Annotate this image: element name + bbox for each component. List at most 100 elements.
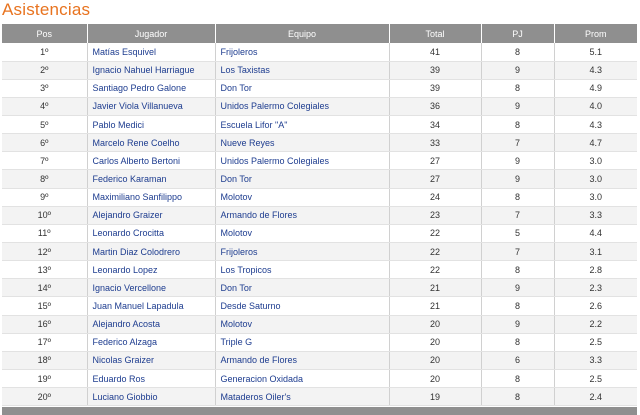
player-link[interactable]: Pablo Medici xyxy=(87,115,216,135)
cell-pos: 19º xyxy=(2,369,88,389)
team-link[interactable]: Armando de Flores xyxy=(215,351,390,371)
cell-pj: 9 xyxy=(481,61,555,80)
table-row: 10º Alejandro Graizer Armando de Flores 23 7… xyxy=(2,206,637,225)
player-link[interactable]: Santiago Pedro Galone xyxy=(87,79,216,98)
player-link[interactable]: Matías Esquivel xyxy=(87,43,216,62)
cell-pos: 9º xyxy=(2,188,88,207)
table-row: 9º Maximiliano Sanfilippo Molotov 24 8 3.0 xyxy=(2,188,637,207)
page-title: Asistencias xyxy=(2,0,91,19)
team-link[interactable]: Generacion Oxidada xyxy=(215,369,390,389)
team-link[interactable]: Molotov xyxy=(215,315,390,334)
column-header-pj: PJ xyxy=(481,24,555,43)
player-link[interactable]: Leonardo Crocitta xyxy=(87,224,216,244)
table-row: 8º Federico Karaman Don Tor 27 9 3.0 xyxy=(2,169,637,189)
cell-pj: 7 xyxy=(481,206,555,225)
cell-pos: 7º xyxy=(2,151,88,171)
cell-pos: 20º xyxy=(2,387,88,407)
player-link[interactable]: Eduardo Ros xyxy=(87,369,216,389)
cell-total: 23 xyxy=(389,206,482,225)
team-link[interactable]: Armando de Flores xyxy=(215,206,390,225)
player-link[interactable]: Alejandro Acosta xyxy=(87,315,216,334)
cell-prom: 4.0 xyxy=(554,97,637,117)
team-link[interactable]: Don Tor xyxy=(215,278,390,298)
cell-prom: 2.8 xyxy=(554,260,637,280)
player-link[interactable]: Alejandro Graizer xyxy=(87,206,216,225)
team-link[interactable]: Unidos Palermo Colegiales xyxy=(215,151,390,171)
table-header: Pos Jugador Equipo Total PJ Prom xyxy=(2,24,637,43)
team-link[interactable]: Mataderos Oiler's xyxy=(215,387,390,407)
team-link[interactable]: Molotov xyxy=(215,224,390,244)
cell-pj: 9 xyxy=(481,169,555,189)
table-row: 4º Javier Viola Villanueva Unidos Palermo … xyxy=(2,97,637,117)
cell-prom: 4.3 xyxy=(554,115,637,135)
player-link[interactable]: Javier Viola Villanueva xyxy=(87,97,216,117)
cell-prom: 4.7 xyxy=(554,133,637,153)
cell-pos: 8º xyxy=(2,169,88,189)
team-link[interactable]: Frijoleros xyxy=(215,242,390,262)
player-link[interactable]: Marcelo Rene Coelho xyxy=(87,133,216,153)
cell-prom: 3.0 xyxy=(554,151,637,171)
cell-total: 20 xyxy=(389,333,482,352)
table-row: 3º Santiago Pedro Galone Don Tor 39 8 4.9 xyxy=(2,79,637,98)
team-link[interactable]: Don Tor xyxy=(215,79,390,98)
cell-prom: 3.3 xyxy=(554,206,637,225)
cell-total: 39 xyxy=(389,79,482,98)
player-link[interactable]: Leonardo Lopez xyxy=(87,260,216,280)
player-link[interactable]: Federico Karaman xyxy=(87,169,216,189)
team-link[interactable]: Los Tropicos xyxy=(215,260,390,280)
cell-total: 27 xyxy=(389,151,482,171)
player-link[interactable]: Ignacio Nahuel Harriague xyxy=(87,61,216,80)
cell-pos: 1º xyxy=(2,43,88,62)
cell-pj: 8 xyxy=(481,296,555,316)
column-header-pos: Pos xyxy=(2,24,88,43)
column-header-total: Total xyxy=(389,24,482,43)
cell-pos: 17º xyxy=(2,333,88,352)
cell-pos: 4º xyxy=(2,97,88,117)
cell-total: 33 xyxy=(389,133,482,153)
cell-total: 21 xyxy=(389,296,482,316)
cell-pos: 11º xyxy=(2,224,88,244)
cell-total: 22 xyxy=(389,260,482,280)
cell-pj: 8 xyxy=(481,387,555,407)
team-link[interactable]: Molotov xyxy=(215,188,390,207)
cell-pj: 8 xyxy=(481,43,555,62)
cell-pos: 10º xyxy=(2,206,88,225)
team-link[interactable]: Don Tor xyxy=(215,169,390,189)
table-row: 19º Eduardo Ros Generacion Oxidada 20 8 2.5 xyxy=(2,369,637,389)
assists-table: Pos Jugador Equipo Total PJ Prom 1º Matía… xyxy=(2,24,637,407)
team-link[interactable]: Desde Saturno xyxy=(215,296,390,316)
cell-pj: 9 xyxy=(481,151,555,171)
cell-total: 20 xyxy=(389,369,482,389)
assists-table-container: Pos Jugador Equipo Total PJ Prom 1º Matía… xyxy=(2,24,637,407)
cell-total: 19 xyxy=(389,387,482,407)
cell-total: 22 xyxy=(389,242,482,262)
table-row: 2º Ignacio Nahuel Harriague Los Taxistas 39… xyxy=(2,61,637,80)
cell-pos: 12º xyxy=(2,242,88,262)
team-link[interactable]: Triple G xyxy=(215,333,390,352)
team-link[interactable]: Los Taxistas xyxy=(215,61,390,80)
cell-prom: 2.2 xyxy=(554,315,637,334)
cell-prom: 2.4 xyxy=(554,387,637,407)
player-link[interactable]: Ignacio Vercellone xyxy=(87,278,216,298)
table-row: 15º Juan Manuel Lapadula Desde Saturno 21 8 2… xyxy=(2,296,637,316)
table-row: 14º Ignacio Vercellone Don Tor 21 9 2.3 xyxy=(2,278,637,298)
player-link[interactable]: Nicolas Graizer xyxy=(87,351,216,371)
team-link[interactable]: Unidos Palermo Colegiales xyxy=(215,97,390,117)
team-link[interactable]: Nueve Reyes xyxy=(215,133,390,153)
cell-prom: 3.1 xyxy=(554,242,637,262)
cell-pj: 7 xyxy=(481,133,555,153)
cell-pj: 5 xyxy=(481,224,555,244)
column-header-jugador: Jugador xyxy=(87,24,216,43)
player-link[interactable]: Martin Diaz Colodrero xyxy=(87,242,216,262)
team-link[interactable]: Frijoleros xyxy=(215,43,390,62)
cell-pj: 8 xyxy=(481,115,555,135)
column-header-prom: Prom xyxy=(584,28,607,39)
cell-pj: 9 xyxy=(481,278,555,298)
player-link[interactable]: Maximiliano Sanfilippo xyxy=(87,188,216,207)
player-link[interactable]: Carlos Alberto Bertoni xyxy=(87,151,216,171)
player-link[interactable]: Federico Alzaga xyxy=(87,333,216,352)
header-row: Pos Jugador Equipo Total PJ Prom xyxy=(2,24,637,43)
player-link[interactable]: Juan Manuel Lapadula xyxy=(87,296,216,316)
team-link[interactable]: Escuela Lifor "A" xyxy=(215,115,390,135)
player-link[interactable]: Luciano Giobbio xyxy=(87,387,216,407)
